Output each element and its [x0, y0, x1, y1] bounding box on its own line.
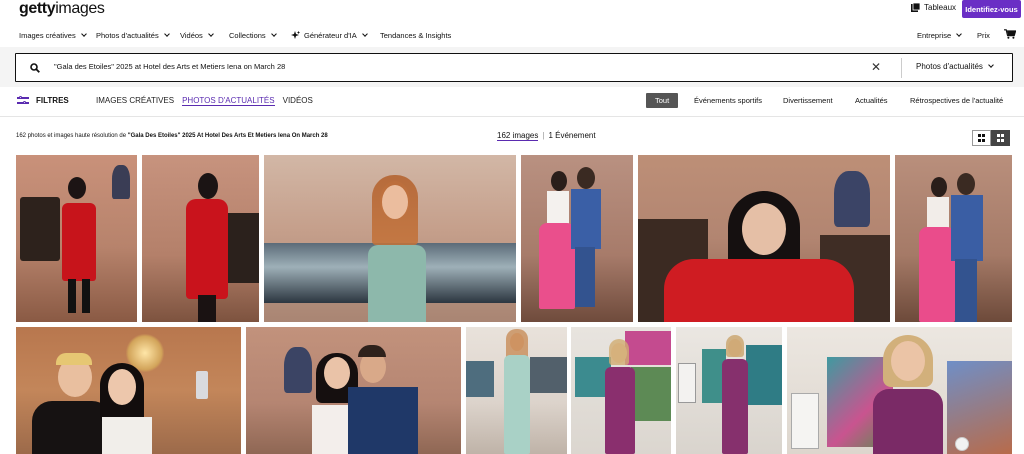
boards-icon	[911, 3, 920, 12]
nav-item-news-photos[interactable]: Photos d'actualités	[96, 31, 170, 40]
results-summary: 162 photos et images haute résolution de…	[16, 133, 328, 139]
nav-item-trends-insights[interactable]: Tendances & Insights	[380, 31, 451, 40]
chip-sports-events[interactable]: Événements sportifs	[694, 93, 762, 108]
photo-woman-red-dress-fireplace[interactable]	[16, 155, 137, 322]
chip-entertainment[interactable]: Divertissement	[783, 93, 833, 108]
grid-view-button[interactable]	[972, 130, 991, 146]
photo-selfie-group[interactable]	[16, 327, 241, 454]
filter-bar: FILTRES IMAGES CRÉATIVES PHOTOS D'ACTUAL…	[0, 87, 1024, 117]
photo-woman-green-dress-painting[interactable]	[264, 155, 516, 322]
tab-creative-images[interactable]: IMAGES CRÉATIVES	[96, 96, 174, 106]
photo-couple-pink-gown-blue-suit-2[interactable]	[895, 155, 1012, 322]
result-counts: 162 images | 1 Événement	[497, 131, 596, 141]
nav-item-pricing[interactable]: Prix	[977, 31, 990, 40]
nav-item-ai-generator[interactable]: Générateur d'IA	[291, 31, 368, 40]
chevron-down-icon	[988, 62, 994, 68]
nav-item-creative-images[interactable]: Images créatives	[19, 31, 87, 40]
filters-button[interactable]: FILTRES	[17, 95, 69, 105]
chevron-down-icon	[361, 31, 368, 37]
cart-icon[interactable]	[1004, 29, 1016, 39]
chevron-down-icon	[80, 31, 87, 37]
tab-news-photos[interactable]: PHOTOS D'ACTUALITÉS	[182, 96, 275, 106]
chevron-down-icon	[956, 31, 963, 37]
photo-couple-selfie-pose[interactable]	[246, 327, 461, 454]
photo-woman-purple-dress-art[interactable]	[571, 327, 671, 454]
grid-icon	[977, 134, 986, 142]
images-count-tab[interactable]: 162 images	[497, 131, 539, 141]
boards-label: Tableaux	[924, 3, 957, 12]
search-icon[interactable]	[30, 63, 40, 73]
signin-button[interactable]: Identifiez-vous	[962, 0, 1021, 18]
photo-woman-mint-gown[interactable]	[466, 327, 567, 454]
tab-videos[interactable]: VIDÉOS	[283, 96, 313, 106]
events-count-tab[interactable]: 1 Événement	[548, 131, 595, 141]
photo-woman-purple-dress-art-2[interactable]	[676, 327, 782, 454]
chip-all[interactable]: Tout	[646, 93, 679, 108]
top-bar: gettyimages Tableaux Identifiez-vous	[0, 0, 1024, 20]
chip-news[interactable]: Actualités	[855, 93, 888, 108]
main-nav: Images créatives Photos d'actualités Vid…	[0, 27, 1024, 45]
chevron-down-icon	[270, 31, 277, 37]
mosaic-icon	[996, 134, 1005, 142]
media-type-tabs: IMAGES CRÉATIVES PHOTOS D'ACTUALITÉS VID…	[96, 96, 313, 106]
getty-images-logo[interactable]: gettyimages	[19, 0, 105, 18]
view-toggle	[972, 130, 1010, 146]
search-divider	[901, 58, 902, 78]
boards-link[interactable]: Tableaux	[911, 3, 956, 12]
mosaic-view-button[interactable]	[991, 130, 1010, 146]
photo-couple-pink-gown-blue-suit[interactable]	[521, 155, 633, 322]
chevron-down-icon	[163, 31, 170, 37]
photo-woman-purple-dress-smile[interactable]	[787, 327, 1012, 454]
photo-woman-red-dress-pose[interactable]	[142, 155, 259, 322]
count-separator: |	[542, 131, 545, 140]
filter-sliders-icon	[17, 95, 29, 105]
photo-woman-red-top-closeup[interactable]	[638, 155, 890, 322]
search-box[interactable]: "Gala des Etoiles" 2025 at Hotel des Art…	[15, 53, 1013, 82]
nav-item-collections[interactable]: Collections	[229, 31, 277, 40]
chevron-down-icon	[207, 31, 214, 37]
search-scope-dropdown[interactable]: Photos d'actualités	[916, 62, 994, 71]
search-input[interactable]: "Gala des Etoiles" 2025 at Hotel des Art…	[54, 62, 285, 71]
clear-search-icon[interactable]: ✕	[871, 60, 881, 74]
search-band: "Gala des Etoiles" 2025 at Hotel des Art…	[0, 47, 1024, 87]
nav-item-enterprise[interactable]: Entreprise	[917, 31, 963, 40]
ai-sparkle-icon	[291, 31, 300, 39]
chip-news-retrospectives[interactable]: Rétrospectives de l'actualité	[910, 93, 1003, 108]
nav-item-videos[interactable]: Vidéos	[180, 31, 214, 40]
